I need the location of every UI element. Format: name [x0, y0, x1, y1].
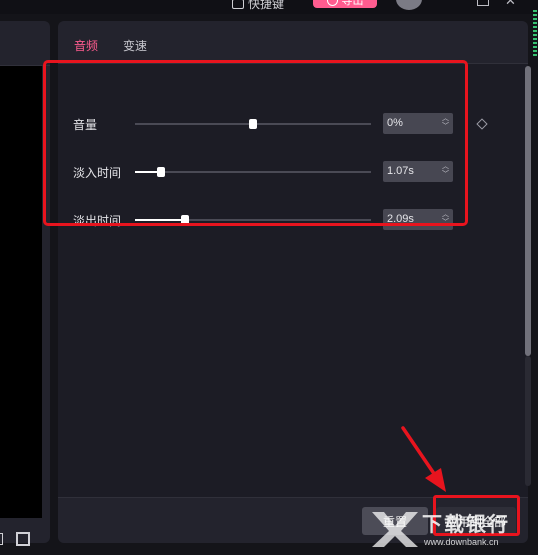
tab-speed[interactable]: 变速	[123, 37, 147, 54]
watermark-url: www.downbank.cn	[424, 537, 499, 547]
tab-audio[interactable]: 音频	[74, 37, 98, 54]
fullscreen-icon[interactable]	[16, 532, 30, 546]
maximize-icon[interactable]	[477, 0, 489, 6]
shortcut-button[interactable]: 快捷键	[232, 0, 284, 12]
watermark-logo	[372, 512, 418, 547]
export-label: 导出	[341, 0, 364, 7]
close-icon[interactable]: ✕	[505, 0, 517, 7]
keyframe-icon[interactable]	[476, 118, 488, 130]
export-button[interactable]: 导出	[313, 0, 377, 8]
video-preview	[0, 66, 42, 518]
crop-icon[interactable]	[0, 533, 3, 545]
avatar[interactable]	[396, 0, 422, 10]
keyboard-icon	[232, 0, 244, 9]
audio-level-meter	[532, 0, 538, 60]
scrollbar[interactable]	[525, 66, 531, 356]
export-icon	[326, 0, 338, 6]
shortcut-label: 快捷键	[248, 0, 285, 11]
title-bar: 快捷键 导出 ✕	[0, 0, 538, 14]
scrollbar-track	[525, 356, 531, 486]
property-tabs: 音频 变速	[74, 37, 147, 54]
highlight-box-settings	[43, 60, 468, 226]
watermark-brand: 下载银行	[422, 514, 510, 536]
